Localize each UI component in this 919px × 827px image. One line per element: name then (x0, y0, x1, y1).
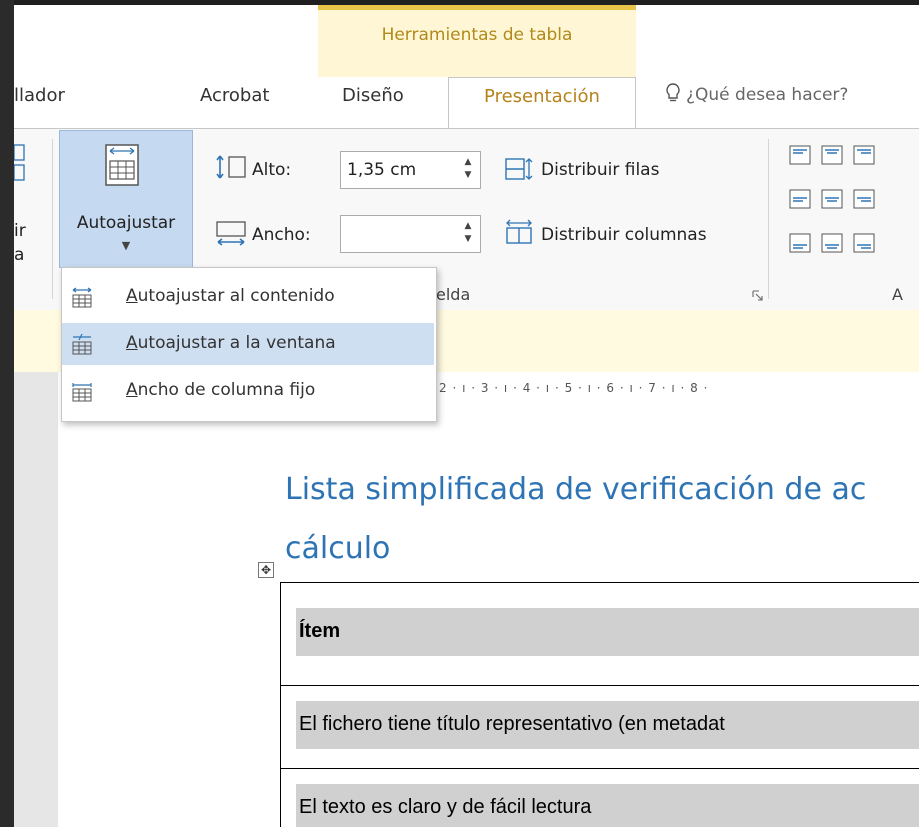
align-middle-center-icon[interactable] (821, 189, 843, 209)
chevron-down-icon: ▼ (121, 239, 131, 252)
align-top-left-icon[interactable] (789, 145, 811, 165)
distribute-rows-label[interactable]: Distribuir filas (541, 160, 659, 180)
align-middle-right-icon[interactable] (853, 189, 875, 209)
align-bottom-left-icon[interactable] (789, 233, 811, 253)
distribute-columns-label[interactable]: Distribuir columnas (541, 225, 707, 245)
autofit-button[interactable]: Autoajustar ▼ (59, 130, 193, 268)
document-heading-line-2: cálculo (285, 531, 391, 566)
column-width-icon (216, 221, 246, 246)
word-window: Herramientas de tabla llador Acrobat Dis… (14, 5, 919, 827)
tab-layout[interactable]: Presentación (448, 77, 636, 129)
table-row[interactable]: El texto es claro y de fácil lectura (299, 796, 591, 819)
table-row[interactable]: El fichero tiene título representativo (… (299, 713, 725, 736)
contextual-tab-accent (318, 5, 636, 10)
spin-arrows-icon[interactable]: ▲ ▼ (462, 156, 474, 182)
tab-acrobat[interactable]: Acrobat (200, 85, 269, 106)
autofit-table-icon (105, 144, 139, 186)
menu-item-autofit-contents[interactable]: Autoajustar al contenido (62, 276, 434, 318)
height-label: Alto: (252, 160, 292, 180)
menu-item-label: Autoajustar a la ventana (126, 333, 336, 353)
height-spinner[interactable]: 1,35 cm ▲ ▼ (340, 151, 481, 189)
group-separator (768, 139, 769, 299)
table-border (280, 582, 919, 583)
partial-label-1: ir (14, 221, 26, 241)
align-top-right-icon[interactable] (853, 145, 875, 165)
table-move-handle-icon[interactable]: ✥ (258, 562, 274, 578)
menu-item-label: Ancho de columna fijo (126, 380, 316, 400)
autofit-label: Autoajustar (76, 213, 176, 233)
tell-me-placeholder: ¿Qué desea hacer? (686, 85, 849, 105)
contextual-group-label: Herramientas de tabla (381, 25, 573, 45)
align-bottom-center-icon[interactable] (821, 233, 843, 253)
table-header-cell[interactable]: Ítem (299, 620, 340, 643)
fixed-column-width-icon (72, 383, 92, 402)
tab-developer[interactable]: llador (14, 85, 65, 106)
distribute-rows-icon (505, 158, 533, 180)
autofit-dropdown-menu: Autoajustar al contenido Autoajustar a l… (61, 267, 437, 422)
lightbulb-icon (666, 83, 680, 102)
insert-table-partial-icon (14, 144, 25, 181)
window-left-edge (0, 0, 14, 827)
menu-item-autofit-window[interactable]: Autoajustar a la ventana (62, 323, 434, 365)
document-heading-line-1: Lista simplificada de verificación de ac (285, 472, 867, 507)
width-label: Ancho: (252, 225, 311, 245)
align-top-center-icon[interactable] (821, 145, 843, 165)
table-border (280, 685, 919, 686)
menu-item-label: Autoajustar al contenido (126, 286, 335, 306)
width-spinner[interactable]: ▲ ▼ (340, 215, 481, 253)
table-header-shading (296, 608, 919, 656)
distribute-columns-icon (506, 219, 532, 244)
height-value: 1,35 cm (347, 160, 417, 180)
group-separator (52, 139, 53, 299)
tell-me-box[interactable]: ¿Qué desea hacer? (666, 83, 848, 105)
ruler-marks: 2 · ı · 3 · ı · 4 · ı · 5 · ı · 6 · ı · … (439, 381, 709, 395)
spin-arrows-icon[interactable]: ▲ ▼ (462, 220, 474, 246)
align-bottom-right-icon[interactable] (853, 233, 875, 253)
row-height-icon (216, 155, 246, 179)
cell-size-group-label: elda (436, 285, 471, 304)
align-middle-left-icon[interactable] (789, 189, 811, 209)
partial-label-2: a (14, 245, 25, 265)
autofit-contents-icon (72, 287, 92, 308)
dialog-launcher-icon[interactable] (752, 290, 763, 301)
table-border (280, 768, 919, 769)
autofit-window-icon (72, 333, 92, 355)
tab-layout-label: Presentación (484, 86, 600, 107)
menu-item-fixed-column-width[interactable]: Ancho de columna fijo (62, 370, 434, 412)
alignment-group-label: A (892, 285, 903, 304)
tab-design[interactable]: Diseño (342, 85, 404, 106)
